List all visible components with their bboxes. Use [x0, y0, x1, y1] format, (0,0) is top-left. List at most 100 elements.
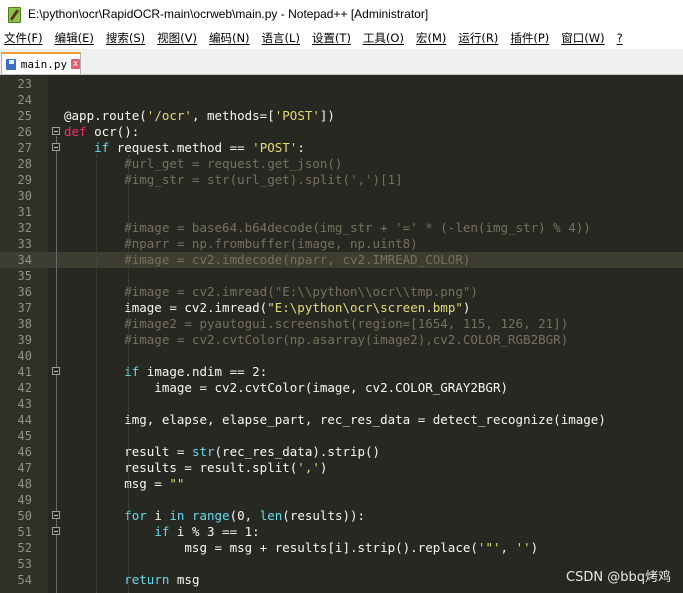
code-line[interactable]: 33 #nparr = np.frombuffer(image, np.uint…: [0, 236, 683, 252]
fold-toggle-if-post[interactable]: [52, 143, 60, 151]
code-line[interactable]: 25 @app.route('/ocr', methods=['POST']): [0, 108, 683, 124]
fold-toggle-if-mod[interactable]: [52, 527, 60, 535]
line-number: 24: [17, 93, 32, 107]
code-line[interactable]: 46 result = str(rec_res_data).strip(): [0, 444, 683, 460]
code-text: return msg: [124, 572, 200, 587]
line-number: 38: [17, 317, 32, 331]
code-text: msg = "": [64, 476, 185, 491]
line-number: 50: [17, 509, 32, 523]
window-title: E:\python\ocr\RapidOCR-main\ocrweb\main.…: [28, 6, 429, 21]
fold-toggle-for[interactable]: [52, 511, 60, 519]
code-line[interactable]: 37 image = cv2.imread("E:\python\ocr\scr…: [0, 300, 683, 316]
menu-search[interactable]: 搜索(S): [100, 30, 151, 46]
menu-tools[interactable]: 工具(O): [357, 30, 410, 46]
line-number: 28: [17, 157, 32, 171]
code-text: for i in range(0, len(results)):: [124, 508, 366, 523]
code-editor[interactable]: 23 24 25 @app.route('/ocr', methods=['POST'…: [0, 75, 683, 593]
line-number: 49: [17, 493, 32, 507]
tab-label: main.py: [20, 57, 68, 71]
menu-edit[interactable]: 编辑(E): [49, 30, 100, 46]
indent-guide: [128, 155, 129, 593]
code-line[interactable]: 52 msg = msg + results[i].strip().replac…: [0, 540, 683, 556]
menu-view[interactable]: 视图(V): [151, 30, 203, 46]
code-line[interactable]: 43: [0, 396, 683, 412]
code-line[interactable]: 39 #image = cv2.cvtColor(np.asarray(imag…: [0, 332, 683, 348]
code-text: if image.ndim == 2:: [124, 364, 268, 379]
menu-window[interactable]: 窗口(W): [555, 30, 610, 46]
code-text: if request.method == 'POST':: [94, 140, 305, 155]
line-number: 54: [17, 573, 32, 587]
fold-toggle-def[interactable]: [52, 127, 60, 135]
line-number: 30: [17, 189, 32, 203]
code-text: @app.route('/ocr', methods=['POST']): [64, 108, 335, 123]
tab-main-py[interactable]: main.py x: [1, 52, 81, 74]
code-text: results = result.split(','): [64, 460, 328, 475]
line-number: 23: [17, 77, 32, 91]
line-number: 53: [17, 557, 32, 571]
saved-file-icon: [6, 58, 16, 70]
code-text: if i % 3 == 1:: [154, 524, 260, 539]
code-line[interactable]: 49: [0, 492, 683, 508]
line-number: 26: [17, 125, 32, 139]
menu-bar: 文件(F) 编辑(E) 搜索(S) 视图(V) 编码(N) 语言(L) 设置(T…: [0, 27, 683, 49]
code-line[interactable]: 36 #image = cv2.imread("E:\\python\\ocr\…: [0, 284, 683, 300]
menu-settings[interactable]: 设置(T): [306, 30, 357, 46]
line-number: 51: [17, 525, 32, 539]
notepad-plus-plus-icon: [6, 6, 22, 23]
code-line[interactable]: 28 #url_get = request.get_json(): [0, 156, 683, 172]
code-text: #image = base64.b64decode(img_str + '=' …: [64, 220, 591, 235]
code-text: image = cv2.cvtColor(image, cv2.COLOR_GR…: [64, 380, 509, 395]
code-line[interactable]: 40: [0, 348, 683, 364]
code-line[interactable]: 27 if request.method == 'POST':: [0, 140, 683, 156]
code-line[interactable]: 34 #image = cv2.imdecode(nparr, cv2.IMRE…: [0, 252, 683, 268]
line-number: 40: [17, 349, 32, 363]
code-line[interactable]: 48 msg = "": [0, 476, 683, 492]
code-text: def ocr():: [64, 124, 140, 139]
code-line[interactable]: 24: [0, 92, 683, 108]
line-number: 37: [17, 301, 32, 315]
fold-toggle-if-ndim[interactable]: [52, 367, 60, 375]
line-number: 48: [17, 477, 32, 491]
code-line[interactable]: 32 #image = base64.b64decode(img_str + '…: [0, 220, 683, 236]
code-text: #image2 = pyautogui.screenshot(region=[1…: [64, 316, 569, 331]
line-number: 47: [17, 461, 32, 475]
line-number: 36: [17, 285, 32, 299]
code-line[interactable]: 42 image = cv2.cvtColor(image, cv2.COLOR…: [0, 380, 683, 396]
code-line[interactable]: 41 if image.ndim == 2:: [0, 364, 683, 380]
code-text: #nparr = np.frombuffer(image, np.uint8): [64, 236, 418, 251]
indent-guide: [96, 155, 97, 593]
title-bar: E:\python\ocr\RapidOCR-main\ocrweb\main.…: [0, 0, 683, 27]
fold-line: [56, 136, 57, 593]
code-line[interactable]: 45: [0, 428, 683, 444]
line-number: 44: [17, 413, 32, 427]
code-line[interactable]: 38 #image2 = pyautogui.screenshot(region…: [0, 316, 683, 332]
line-number: 43: [17, 397, 32, 411]
code-text: #url_get = request.get_json(): [64, 156, 343, 171]
code-line[interactable]: 26 def ocr():: [0, 124, 683, 140]
code-line[interactable]: 29 #img_str = str(url_get).split(',')[1]: [0, 172, 683, 188]
menu-macro[interactable]: 宏(M): [410, 30, 452, 46]
code-text: #image = cv2.imdecode(nparr, cv2.IMREAD_…: [64, 252, 471, 267]
code-line[interactable]: 23: [0, 76, 683, 92]
menu-run[interactable]: 运行(R): [452, 30, 504, 46]
line-number: 34: [17, 253, 32, 267]
menu-encoding[interactable]: 编码(N): [203, 30, 256, 46]
code-line[interactable]: 50 for i in range(0, len(results)):: [0, 508, 683, 524]
code-line[interactable]: 47 results = result.split(','): [0, 460, 683, 476]
line-number: 27: [17, 141, 32, 155]
line-number: 42: [17, 381, 32, 395]
menu-plugins[interactable]: 插件(P): [504, 30, 555, 46]
code-line[interactable]: 51 if i % 3 == 1:: [0, 524, 683, 540]
menu-file[interactable]: 文件(F): [0, 30, 49, 46]
line-number: 45: [17, 429, 32, 443]
line-number: 52: [17, 541, 32, 555]
code-line[interactable]: 30: [0, 188, 683, 204]
menu-language[interactable]: 语言(L): [256, 30, 306, 46]
code-line[interactable]: 31: [0, 204, 683, 220]
code-line[interactable]: 44 img, elapse, elapse_part, rec_res_dat…: [0, 412, 683, 428]
close-tab-icon[interactable]: x: [71, 59, 80, 69]
line-number: 31: [17, 205, 32, 219]
menu-help[interactable]: ?: [611, 31, 629, 45]
code-line[interactable]: 35: [0, 268, 683, 284]
line-number: 41: [17, 365, 32, 379]
